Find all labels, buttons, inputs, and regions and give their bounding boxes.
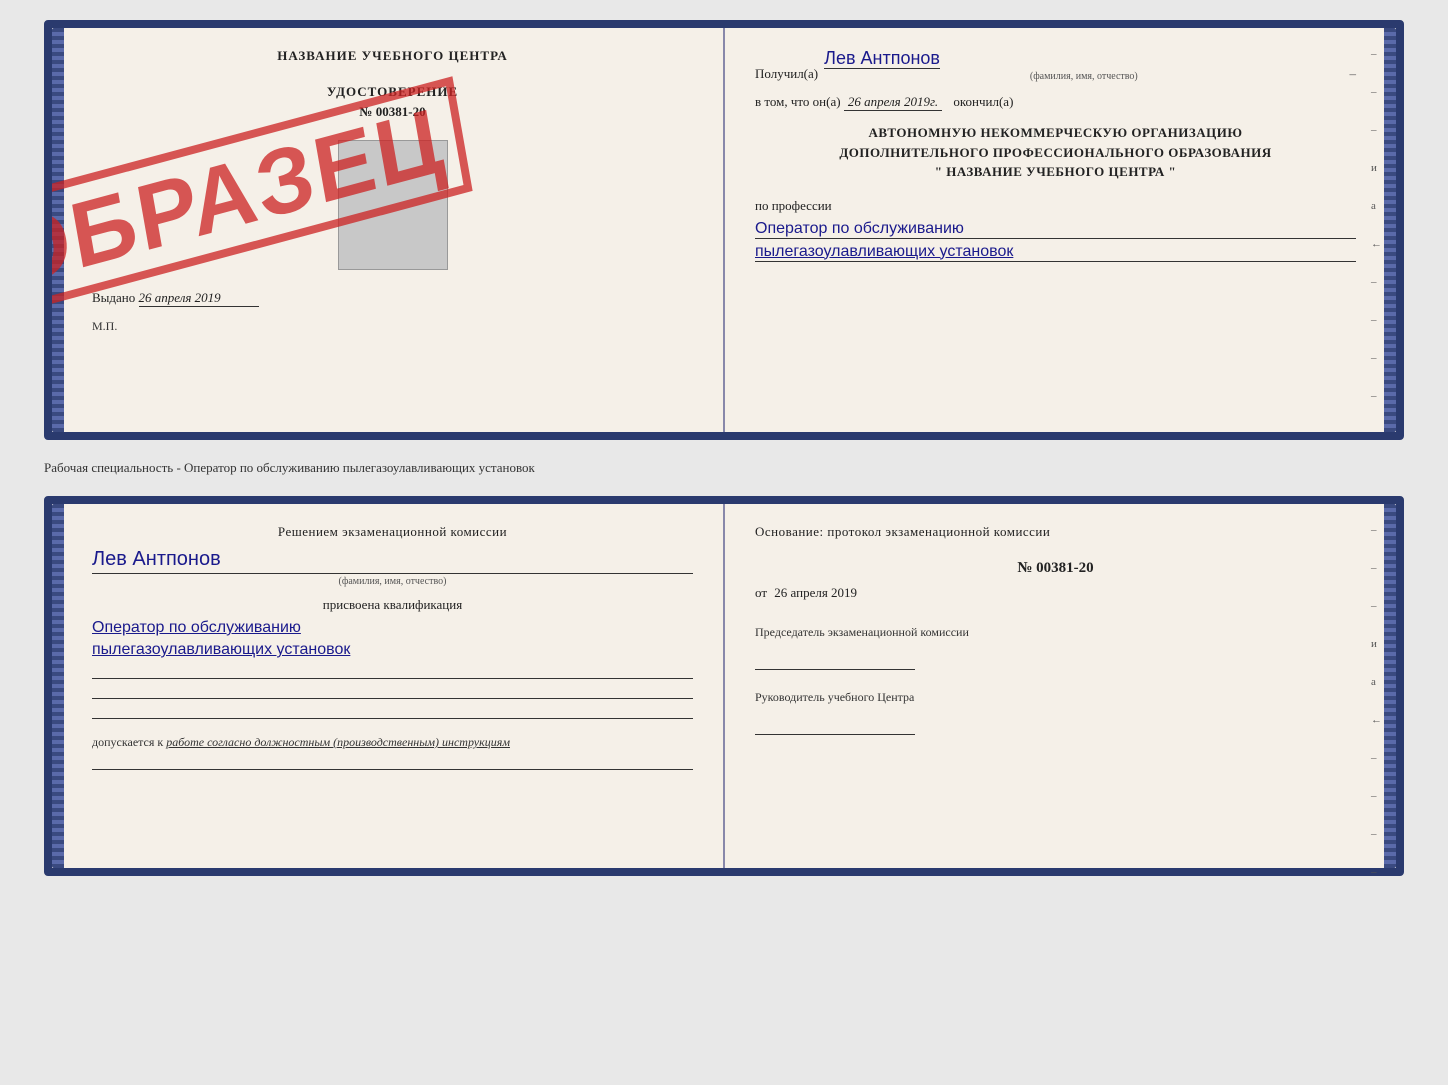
recipient-prefix: Получил(а) (755, 66, 818, 82)
issued-date: 26 апреля 2019 (139, 290, 259, 307)
profession-line2: пылегазоулавливающих установок (755, 243, 1356, 262)
admission-text: допускается к работе согласно должностны… (92, 735, 693, 750)
top-left-title: НАЗВАНИЕ УЧЕБНОГО ЦЕНТРА (92, 48, 693, 64)
date-value: 26 апреля 2019г. (844, 94, 942, 111)
qual-label: присвоена квалификация (92, 597, 693, 613)
org-line3: " НАЗВАНИЕ УЧЕБНОГО ЦЕНТРА " (755, 162, 1356, 182)
admission-body: работе согласно должностным (производств… (166, 735, 510, 749)
profession-prefix: по профессии (755, 198, 1356, 214)
photo-placeholder (338, 140, 448, 270)
protocol-date-val: 26 апреля 2019 (774, 585, 857, 600)
blank-line-1 (92, 665, 693, 679)
bottom-spine-right (1384, 504, 1396, 868)
chairman-title: Председатель экзаменационной комиссии (755, 625, 1356, 640)
spine-right (1384, 28, 1396, 432)
bottom-left-page: Решением экзаменационной комиссии Лев Ан… (52, 504, 725, 868)
bottom-right-page: Основание: протокол экзаменационной коми… (725, 504, 1396, 868)
mp-label: М.П. (92, 319, 693, 334)
admission-prefix: допускается к (92, 735, 163, 749)
basis-title: Основание: протокол экзаменационной коми… (755, 524, 1356, 540)
blank-line-3 (92, 705, 693, 719)
top-left-page: НАЗВАНИЕ УЧЕБНОГО ЦЕНТРА УДОСТОВЕРЕНИЕ №… (52, 28, 725, 432)
protocol-date-prefix: от (755, 585, 767, 600)
profession-line1: Оператор по обслуживанию (755, 220, 1356, 239)
dash-1: – (1350, 66, 1357, 82)
chairman-sig-line (755, 656, 915, 670)
recipient-name: Лев Антпонов (824, 48, 940, 69)
bottom-document: Решением экзаменационной комиссии Лев Ан… (44, 496, 1404, 876)
org-line2: ДОПОЛНИТЕЛЬНОГО ПРОФЕССИОНАЛЬНОГО ОБРАЗО… (755, 143, 1356, 163)
side-dashes-top: – – – и а ← – – – – (1371, 48, 1382, 402)
chairman-block: Председатель экзаменационной комиссии (755, 625, 1356, 670)
bottom-spine-left (52, 504, 64, 868)
top-document: НАЗВАНИЕ УЧЕБНОГО ЦЕНТРА УДОСТОВЕРЕНИЕ №… (44, 20, 1404, 440)
person-name-block: Лев Антпонов (фамилия, имя, отчество) (92, 548, 693, 587)
date-prefix: в том, что он(а) (755, 94, 841, 109)
recipient-sublabel: (фамилия, имя, отчество) (824, 71, 1343, 82)
issued-row: Выдано 26 апреля 2019 (92, 290, 693, 307)
side-dashes-bottom: – – – и а ← – – – – (1371, 524, 1382, 878)
top-right-page: Получил(а) Лев Антпонов (фамилия, имя, о… (725, 28, 1396, 432)
director-title: Руководитель учебного Центра (755, 690, 1356, 705)
issued-label: Выдано (92, 290, 135, 305)
cert-type-label: УДОСТОВЕРЕНИЕ (92, 84, 693, 100)
qual-line1: Оператор по обслуживанию (92, 619, 693, 637)
blank-line-4 (92, 756, 693, 770)
date-row: в том, что он(а) 26 апреля 2019г. окончи… (755, 94, 1356, 111)
person-sublabel: (фамилия, имя, отчество) (92, 576, 693, 587)
director-sig-line (755, 721, 915, 735)
separator-text: Рабочая специальность - Оператор по обсл… (44, 456, 1404, 480)
org-block: АВТОНОМНУЮ НЕКОММЕРЧЕСКУЮ ОРГАНИЗАЦИЮ ДО… (755, 123, 1356, 182)
protocol-number: № 00381-20 (755, 560, 1356, 577)
date-suffix: окончил(а) (953, 94, 1013, 109)
director-block: Руководитель учебного Центра (755, 690, 1356, 735)
protocol-date-row: от 26 апреля 2019 (755, 585, 1356, 601)
blank-line-2 (92, 685, 693, 699)
recipient-row: Получил(а) Лев Антпонов (фамилия, имя, о… (755, 48, 1356, 82)
commission-title: Решением экзаменационной комиссии (92, 524, 693, 540)
org-line1: АВТОНОМНУЮ НЕКОММЕРЧЕСКУЮ ОРГАНИЗАЦИЮ (755, 123, 1356, 143)
person-name: Лев Антпонов (92, 548, 693, 571)
qual-line2: пылегазоулавливающих установок (92, 641, 693, 659)
cert-number-label: № 00381-20 (92, 104, 693, 120)
